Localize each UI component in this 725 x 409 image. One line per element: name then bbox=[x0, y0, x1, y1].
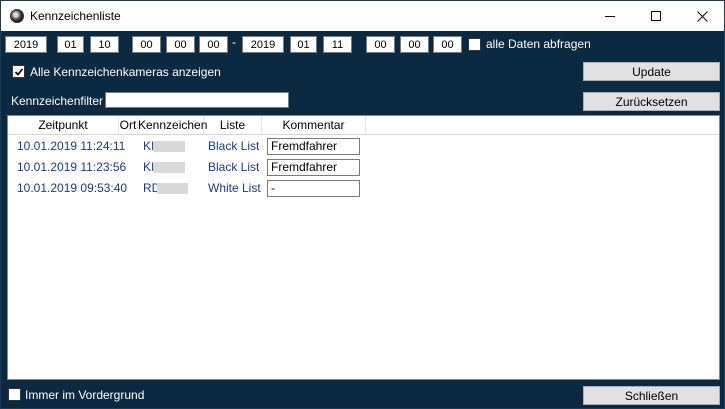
checkmark-icon bbox=[14, 67, 23, 76]
to-month-field[interactable]: 01 bbox=[290, 36, 317, 53]
column-header-liste[interactable]: Liste bbox=[204, 116, 262, 135]
redacted-plate bbox=[157, 183, 188, 194]
all-cameras-label: Alle Kennzeichenkameras anzeigen bbox=[30, 65, 221, 79]
to-hour-field[interactable]: 00 bbox=[366, 36, 395, 53]
plate-filter-input[interactable] bbox=[105, 92, 289, 108]
close-icon bbox=[696, 10, 708, 22]
cell-liste: White List bbox=[208, 181, 261, 195]
filter-label: Kennzeichenfilter bbox=[11, 94, 104, 108]
all-data-label: alle Daten abfragen bbox=[486, 37, 591, 51]
all-cameras-checkbox[interactable] bbox=[12, 65, 25, 78]
column-header-zeitpunkt[interactable]: Zeitpunkt bbox=[8, 116, 119, 135]
cell-zeitpunkt: 10.01.2019 11:23:56 bbox=[17, 160, 127, 174]
title-bar[interactable]: Kennzeichenliste bbox=[1, 1, 724, 31]
redacted-plate bbox=[154, 141, 185, 152]
comment-field[interactable]: Fremdfahrer bbox=[267, 138, 360, 155]
table-row[interactable]: 10.01.2019 11:23:56 KI Black List Fremdf… bbox=[8, 157, 719, 178]
maximize-icon bbox=[651, 11, 661, 21]
table-row[interactable]: 10.01.2019 09:53:40 RD White List - bbox=[8, 178, 719, 199]
column-header-ort[interactable]: Ort bbox=[119, 116, 138, 135]
from-minute-field[interactable]: 00 bbox=[166, 36, 195, 53]
from-year-field[interactable]: 2019 bbox=[5, 36, 47, 53]
to-day-field[interactable]: 11 bbox=[323, 36, 352, 53]
main-panel: 2019 01 10 00 00 00 - 2019 01 11 00 00 0… bbox=[1, 31, 724, 408]
from-second-field[interactable]: 00 bbox=[199, 36, 228, 53]
always-on-top-label: Immer im Vordergrund bbox=[25, 388, 145, 402]
cell-kennzeichen: KI bbox=[143, 139, 155, 153]
kennzeichenliste-window: Kennzeichenliste 2019 01 10 00 00 00 - 2… bbox=[0, 0, 725, 409]
window-title: Kennzeichenliste bbox=[30, 9, 121, 23]
to-minute-field[interactable]: 00 bbox=[400, 36, 429, 53]
from-hour-field[interactable]: 00 bbox=[132, 36, 161, 53]
camera-lens-icon bbox=[10, 9, 24, 23]
redacted-plate bbox=[154, 162, 185, 173]
cell-zeitpunkt: 10.01.2019 11:24:11 bbox=[17, 139, 126, 153]
cell-liste: Black List bbox=[208, 139, 260, 153]
comment-field[interactable]: - bbox=[267, 180, 360, 197]
comment-field[interactable]: Fremdfahrer bbox=[267, 159, 360, 176]
cell-liste: Black List bbox=[208, 160, 260, 174]
from-month-field[interactable]: 01 bbox=[57, 36, 84, 53]
plate-list-grid[interactable]: Zeitpunkt Ort Kennzeichen Liste Kommenta… bbox=[7, 115, 720, 380]
table-row[interactable]: 10.01.2019 11:24:11 KI Black List Fremdf… bbox=[8, 136, 719, 157]
date-range-separator: - bbox=[232, 35, 236, 49]
to-second-field[interactable]: 00 bbox=[433, 36, 462, 53]
always-on-top-checkbox[interactable] bbox=[8, 388, 21, 401]
maximize-button[interactable] bbox=[633, 1, 679, 31]
grid-header: Zeitpunkt Ort Kennzeichen Liste Kommenta… bbox=[8, 116, 719, 135]
close-window-button[interactable] bbox=[679, 1, 725, 31]
to-year-field[interactable]: 2019 bbox=[242, 36, 284, 53]
all-data-checkbox[interactable] bbox=[468, 38, 481, 51]
cell-zeitpunkt: 10.01.2019 09:53:40 bbox=[17, 181, 128, 195]
column-header-kennzeichen[interactable]: Kennzeichen bbox=[138, 116, 207, 135]
close-button[interactable]: Schließen bbox=[583, 386, 720, 405]
minimize-icon bbox=[605, 15, 615, 17]
column-header-kommentar[interactable]: Kommentar bbox=[262, 116, 366, 135]
reset-button[interactable]: Zurücksetzen bbox=[583, 92, 720, 111]
cell-kennzeichen: KI bbox=[143, 160, 155, 174]
from-day-field[interactable]: 10 bbox=[90, 36, 119, 53]
minimize-button[interactable] bbox=[587, 1, 633, 31]
update-button[interactable]: Update bbox=[583, 62, 720, 81]
